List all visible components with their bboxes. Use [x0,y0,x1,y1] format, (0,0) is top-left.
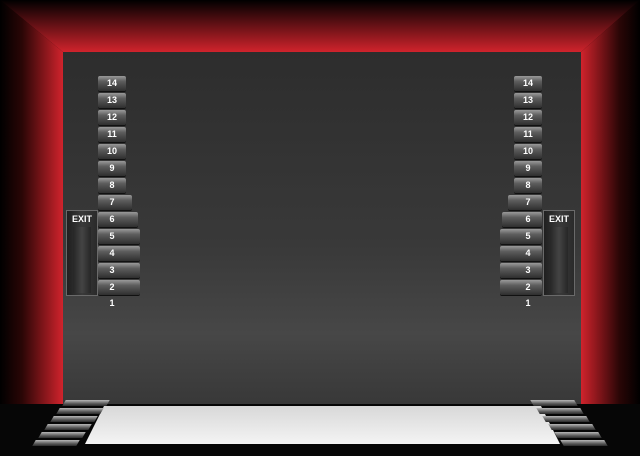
right-row-label: 8 [525,180,531,190]
door-panel [73,227,91,293]
floor-step [554,432,602,438]
left-row-label: 4 [109,248,115,258]
left-row-label: 11 [107,129,117,139]
curtain-left [0,0,63,456]
right-row-label: 7 [525,197,531,207]
right-row-label: 13 [522,95,533,105]
floor-step [542,416,590,422]
floor-step [62,400,110,406]
left-exit-door[interactable]: EXIT [66,210,98,296]
curtain-top [0,0,640,52]
right-row-label: 10 [522,146,533,156]
left-row-label: 3 [109,265,115,275]
right-row-label: 9 [525,163,531,173]
right-row-label: 12 [522,112,533,122]
floor-step [44,424,92,430]
right-exit-door[interactable]: EXIT [543,210,575,296]
exit-label: EXIT [548,214,569,224]
left-row-label: 10 [106,146,117,156]
right-row-label: 11 [523,129,533,139]
exit-label: EXIT [71,214,92,224]
floor-step [560,440,608,446]
left-row-label: 14 [106,78,117,88]
door-panel [550,227,568,293]
left-row-label: 5 [109,231,115,241]
left-row-label: 6 [109,214,115,224]
right-row-label: 14 [522,78,533,88]
left-row-label: 9 [109,163,115,173]
floor-step [536,408,584,414]
left-row-label: 2 [109,282,115,292]
floor-step [38,432,86,438]
right-row-label: 1 [525,298,531,308]
left-row-label: 1 [109,298,115,308]
stage-floor [85,406,560,444]
floor-step [548,424,596,430]
back-wall [63,52,581,404]
floor-step [56,408,104,414]
left-row-label: 13 [106,95,117,105]
curtain-right [581,0,640,456]
right-row-label: 2 [525,282,531,292]
left-row-label: 12 [106,112,117,122]
right-row-label: 4 [525,248,531,258]
right-row-label: 5 [525,231,531,241]
floor-step [50,416,98,422]
floor-step [32,440,80,446]
theater-scene: 14 13 12 11 10 9 8 7 6 5 4 3 2 1 EXIT 14 [0,0,640,456]
right-row-label: 6 [525,214,531,224]
right-row-label: 3 [525,265,531,275]
left-row-label: 8 [109,180,115,190]
floor-step [530,400,578,406]
left-row-label: 7 [109,197,115,207]
